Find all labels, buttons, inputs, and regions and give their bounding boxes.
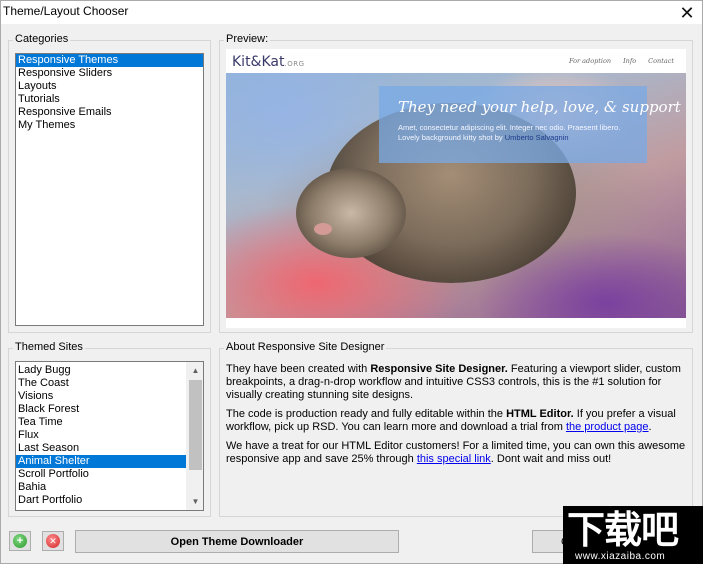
scroll-thumb[interactable] bbox=[189, 380, 202, 470]
category-item[interactable]: Responsive Emails bbox=[16, 106, 203, 119]
themed-site-item[interactable]: Animal Shelter bbox=[16, 455, 186, 468]
cat-photo-nose bbox=[314, 223, 332, 235]
themed-sites-listbox[interactable]: Lady Bugg The Coast Visions Black Forest Tea… bbox=[15, 361, 204, 511]
preview-site-header: Kit&Kat.ORG For adoption Info Contact bbox=[226, 49, 686, 73]
category-item[interactable]: Tutorials bbox=[16, 93, 203, 106]
category-item[interactable]: My Themes bbox=[16, 119, 203, 132]
dialog-window: Theme/Layout Chooser ✕ Categories Respon… bbox=[0, 0, 703, 564]
themed-site-item[interactable]: Bahia bbox=[16, 481, 186, 494]
open-theme-downloader-button[interactable]: Open Theme Downloader bbox=[75, 530, 399, 553]
watermark-url: www.xiazaiba.com bbox=[575, 551, 666, 562]
watermark-logo: 下载吧 www.xiazaiba.com bbox=[563, 506, 703, 564]
preview-hero-card: They need your help, love, & support Ame… bbox=[379, 86, 681, 163]
scroll-down-icon[interactable]: ▼ bbox=[187, 493, 203, 510]
themed-site-item[interactable]: Lady Bugg bbox=[16, 364, 186, 377]
themed-sites-label: Themed Sites bbox=[13, 341, 85, 353]
category-item[interactable]: Responsive Sliders bbox=[16, 67, 203, 80]
scroll-up-icon[interactable]: ▲ bbox=[187, 362, 203, 379]
remove-circle-icon: ✕ bbox=[46, 534, 60, 548]
remove-theme-button[interactable]: ✕ bbox=[42, 531, 64, 551]
preview-hero: They need your help, love, & support Ame… bbox=[226, 73, 686, 318]
themed-site-item[interactable]: The Coast bbox=[16, 377, 186, 390]
preview-nav-item: For adoption bbox=[568, 57, 612, 65]
preview-hero-title: They need your help, love, & support bbox=[398, 98, 681, 116]
special-link[interactable]: this special link bbox=[417, 453, 491, 465]
title-bar: Theme/Layout Chooser ✕ bbox=[1, 1, 702, 24]
product-page-link[interactable]: the product page bbox=[566, 421, 649, 433]
preview-site-nav: For adoption Info Contact bbox=[557, 57, 674, 65]
plus-circle-icon: + bbox=[13, 534, 27, 548]
themed-site-item[interactable]: Tea Time bbox=[16, 416, 186, 429]
themed-site-item[interactable]: Dart Portfolio bbox=[16, 494, 186, 507]
preview-hero-text: Amet, consectetur adipiscing elit. Integ… bbox=[398, 123, 621, 142]
about-text: They have been created with Responsive S… bbox=[226, 363, 688, 472]
watermark-text: 下载吧 bbox=[567, 508, 679, 552]
themed-site-item[interactable]: Visions bbox=[16, 390, 186, 403]
categories-label: Categories bbox=[13, 33, 71, 45]
close-icon: ✕ bbox=[679, 2, 695, 23]
about-label: About Responsive Site Designer bbox=[224, 341, 387, 353]
themed-site-item[interactable]: Flux bbox=[16, 429, 186, 442]
add-theme-button[interactable]: + bbox=[9, 531, 31, 551]
about-paragraph-3: We have a treat for our HTML Editor cust… bbox=[226, 440, 686, 465]
preview-site-logo: Kit&Kat.ORG bbox=[232, 54, 305, 70]
about-paragraph-2: The code is production ready and fully e… bbox=[226, 408, 676, 433]
preview-nav-item: Info bbox=[623, 57, 637, 65]
themed-sites-scrollbar[interactable]: ▲ ▼ bbox=[186, 362, 203, 510]
themed-sites-list: Lady Bugg The Coast Visions Black Forest Tea… bbox=[16, 364, 186, 507]
preview-label: Preview: bbox=[224, 33, 271, 45]
themed-site-item[interactable]: Black Forest bbox=[16, 403, 186, 416]
preview-image: Kit&Kat.ORG For adoption Info Contact They… bbox=[226, 49, 686, 328]
close-button[interactable]: ✕ bbox=[672, 1, 702, 24]
categories-list[interactable]: Responsive Themes Responsive Sliders Layou… bbox=[15, 53, 204, 326]
preview-nav-item: Contact bbox=[648, 57, 674, 65]
category-item[interactable]: Responsive Themes bbox=[16, 54, 203, 67]
themed-site-item[interactable]: Last Season bbox=[16, 442, 186, 455]
themed-site-item[interactable]: Scroll Portfolio bbox=[16, 468, 186, 481]
category-item[interactable]: Layouts bbox=[16, 80, 203, 93]
window-title: Theme/Layout Chooser bbox=[3, 4, 129, 18]
cat-photo-head bbox=[296, 168, 406, 258]
about-paragraph-1: They have been created with Responsive S… bbox=[226, 363, 681, 401]
